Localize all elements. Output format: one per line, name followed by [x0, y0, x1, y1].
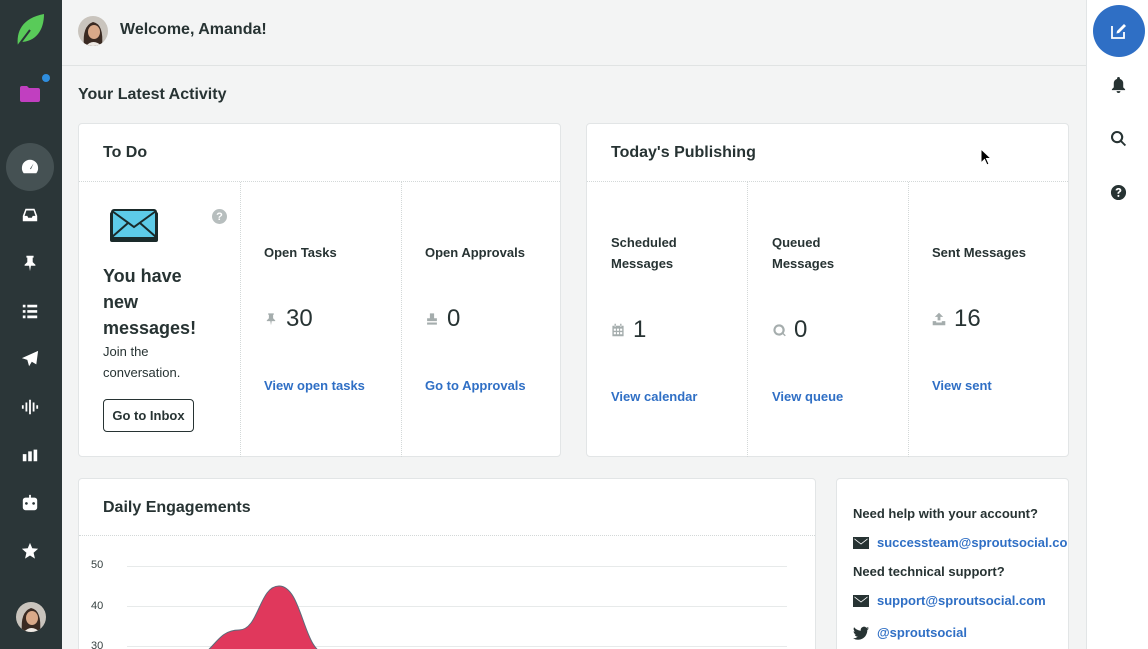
publishing-card: Today's Publishing Scheduled Messages 1 …	[586, 123, 1069, 457]
folder-icon[interactable]	[20, 86, 40, 102]
support-card: Need help with your account? successteam…	[836, 478, 1069, 649]
divider	[587, 181, 1068, 182]
inbox-icon	[22, 208, 38, 222]
label-line: Messages	[611, 256, 674, 271]
view-sent-link[interactable]: View sent	[932, 378, 992, 393]
bell-icon	[1111, 76, 1125, 93]
reports-icon	[22, 449, 38, 462]
queue-icon	[773, 324, 786, 337]
tech-email-link[interactable]: support@sproutsocial.com	[877, 593, 1046, 608]
upload-icon	[932, 312, 946, 326]
scheduled-messages-label: Scheduled Messages	[611, 232, 677, 274]
open-tasks-count: 30	[264, 305, 313, 333]
view-open-tasks-link[interactable]: View open tasks	[264, 378, 365, 393]
section-title: Your Latest Activity	[78, 86, 227, 103]
engagement-chart	[208, 585, 318, 649]
search-button[interactable]	[1108, 128, 1128, 148]
avatar-photo	[78, 16, 108, 46]
user-avatar[interactable]	[16, 602, 46, 632]
sent-value: 16	[954, 305, 981, 332]
sprout-logo-icon[interactable]	[14, 12, 46, 48]
label-line: Queued	[772, 235, 821, 250]
listening-icon	[21, 399, 39, 415]
notification-dot	[42, 74, 50, 82]
twitter-icon	[853, 626, 869, 640]
bot-icon	[22, 494, 38, 511]
compose-icon	[1111, 24, 1126, 39]
open-approvals-label: Open Approvals	[425, 245, 525, 260]
help-icon[interactable]: ?	[212, 209, 227, 224]
label-line: Messages	[772, 256, 835, 271]
new-messages-subtext: Join the conversation.	[103, 344, 181, 380]
go-to-approvals-link[interactable]: Go to Approvals	[425, 378, 526, 393]
divider	[401, 182, 402, 457]
pin-icon	[24, 255, 36, 272]
view-queue-link[interactable]: View queue	[772, 389, 843, 404]
avatar[interactable]	[78, 16, 108, 46]
divider	[240, 182, 241, 457]
tech-support-question: Need technical support?	[853, 564, 1005, 579]
new-messages-heading: You have new messages!	[103, 266, 197, 338]
nav-tasks[interactable]	[6, 239, 54, 287]
mail-icon	[853, 536, 869, 549]
queued-messages-label: Queued Messages	[772, 232, 834, 274]
calendar-icon	[612, 323, 624, 337]
mouse-cursor-icon	[980, 148, 992, 166]
page-header: Welcome, Amanda!	[62, 0, 1086, 66]
envelope-icon	[110, 209, 158, 242]
nav-publishing[interactable]	[6, 335, 54, 383]
nav-dashboard[interactable]	[6, 143, 54, 191]
compose-button[interactable]	[1093, 5, 1145, 57]
divider	[79, 181, 560, 182]
account-email-link[interactable]: successteam@sproutsocial.com	[877, 535, 1068, 550]
open-approvals-value: 0	[447, 305, 461, 332]
help-icon	[1110, 184, 1126, 200]
scheduled-count: 1	[611, 316, 646, 344]
engagement-area-series	[208, 585, 318, 649]
stamp-icon	[427, 313, 437, 325]
nav-reviews[interactable]	[6, 527, 54, 575]
tech-email-row[interactable]: support@sproutsocial.com	[853, 593, 1046, 608]
todo-card: To Do ? You have new messages! Join the …	[78, 123, 561, 457]
card-title: To Do	[103, 144, 148, 161]
twitter-row[interactable]: @sproutsocial	[853, 625, 967, 640]
send-icon	[21, 350, 39, 367]
pin-icon	[266, 313, 276, 326]
divider	[747, 182, 748, 457]
queued-value: 0	[794, 316, 808, 343]
notifications-button[interactable]	[1108, 74, 1128, 94]
help-button[interactable]	[1108, 182, 1128, 202]
queued-count: 0	[772, 316, 807, 344]
account-email-row[interactable]: successteam@sproutsocial.com	[853, 535, 1068, 550]
scheduled-value: 1	[633, 316, 647, 343]
sent-count: 16	[932, 305, 981, 333]
label-line: Scheduled	[611, 235, 677, 250]
right-rail	[1086, 0, 1148, 649]
twitter-link[interactable]: @sproutsocial	[877, 625, 967, 640]
card-title: Today's Publishing	[611, 144, 756, 161]
open-approvals-count: 0	[425, 305, 460, 333]
left-navigation	[0, 0, 62, 649]
nav-listening[interactable]	[6, 383, 54, 431]
daily-engagements-card: Daily Engagements 50 40 30	[78, 478, 816, 649]
view-calendar-link[interactable]: View calendar	[611, 389, 697, 404]
welcome-message: Welcome, Amanda!	[120, 21, 267, 38]
open-tasks-label: Open Tasks	[264, 245, 337, 260]
list-icon	[22, 304, 38, 319]
nav-inbox[interactable]	[6, 191, 54, 239]
mail-icon	[853, 594, 869, 607]
star-review-icon	[21, 542, 39, 559]
search-icon	[1110, 130, 1126, 146]
avatar-photo	[16, 602, 46, 632]
divider	[908, 182, 909, 457]
go-to-inbox-button[interactable]: Go to Inbox	[103, 399, 194, 432]
open-tasks-value: 30	[286, 305, 313, 332]
nav-bots[interactable]	[6, 479, 54, 527]
account-help-question: Need help with your account?	[853, 506, 1038, 521]
dashboard-icon	[21, 159, 39, 174]
sent-messages-label: Sent Messages	[932, 245, 1026, 260]
nav-reports[interactable]	[6, 431, 54, 479]
nav-feeds[interactable]	[6, 287, 54, 335]
